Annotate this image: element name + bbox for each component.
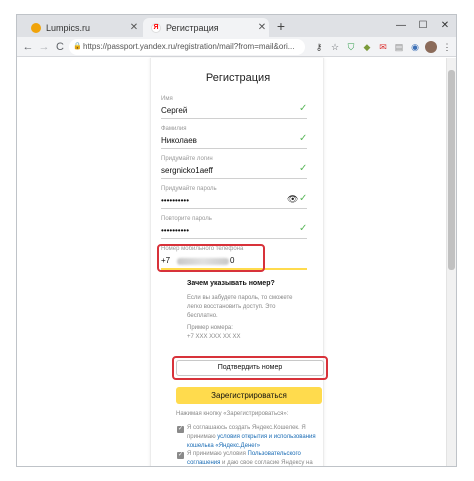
check-icon: ✓ bbox=[299, 103, 308, 114]
star-icon[interactable]: ☆ bbox=[329, 41, 341, 53]
first-name-field[interactable]: Сергей bbox=[161, 106, 187, 115]
tab-title: Lumpics.ru bbox=[46, 22, 91, 33]
address-bar[interactable]: 🔒 https://passport.yandex.ru/registratio… bbox=[69, 39, 305, 55]
check-icon: ✓ bbox=[299, 163, 308, 174]
title-bar: Lumpics.ru ✕ Я Регистрация ✕ + — ☐ ✕ bbox=[17, 15, 456, 37]
toolbar: ← → C 🔒 https://passport.yandex.ru/regis… bbox=[17, 37, 456, 57]
why-phone-text: Если вы забудете пароль, то сможете легк… bbox=[187, 295, 293, 319]
shield-icon[interactable]: ⛉ bbox=[345, 41, 357, 53]
mail-icon[interactable]: ✉ bbox=[377, 41, 389, 53]
scroll-thumb[interactable] bbox=[448, 70, 455, 270]
field-underline bbox=[161, 148, 307, 149]
page-title: Регистрация bbox=[205, 72, 271, 84]
forward-button[interactable]: → bbox=[37, 39, 51, 55]
tab-registration[interactable]: Я Регистрация ✕ bbox=[143, 18, 269, 37]
terms-checkbox[interactable]: ✓ bbox=[177, 452, 184, 459]
close-window-button[interactable]: ✕ bbox=[434, 15, 456, 37]
first-name-label: Имя bbox=[161, 96, 173, 102]
tab-lumpics[interactable]: Lumpics.ru ✕ bbox=[23, 18, 141, 37]
extension-icon[interactable]: ▤ bbox=[393, 41, 405, 53]
avatar[interactable] bbox=[425, 41, 437, 53]
extension-icon[interactable]: ◆ bbox=[361, 41, 373, 53]
repeat-password-label: Повторите пароль bbox=[161, 216, 212, 222]
key-icon[interactable]: ⚷ bbox=[313, 41, 325, 53]
phone-highlight bbox=[157, 244, 265, 272]
example-label: Пример номера: bbox=[187, 325, 233, 331]
last-name-field[interactable]: Николаев bbox=[161, 136, 197, 145]
yandex-favicon-icon: Я bbox=[151, 22, 161, 33]
tab-title: Регистрация bbox=[166, 22, 219, 33]
eye-icon[interactable]: 👁 bbox=[287, 194, 298, 205]
lock-icon: 🔒 bbox=[73, 43, 82, 50]
last-name-label: Фамилия bbox=[161, 126, 187, 132]
close-tab-icon[interactable]: ✕ bbox=[255, 22, 269, 33]
back-button[interactable]: ← bbox=[21, 39, 35, 55]
wallet-checkbox[interactable]: ✓ bbox=[177, 426, 184, 433]
field-underline bbox=[161, 238, 307, 239]
lumpics-favicon-icon bbox=[31, 22, 41, 33]
register-button[interactable]: Зарегистрироваться bbox=[176, 387, 322, 404]
terms-agreement-text: Я принимаю условия bbox=[187, 451, 246, 457]
field-underline bbox=[161, 208, 307, 209]
maximize-button[interactable]: ☐ bbox=[412, 15, 434, 37]
agreement-note: Нажимая кнопку «Зарегистрироваться»: bbox=[176, 411, 289, 417]
password-label: Придумайте пароль bbox=[161, 186, 217, 192]
repeat-password-field[interactable]: •••••••••• bbox=[161, 226, 189, 235]
registration-form: Регистрация Имя Сергей ✓ Фамилия Николае… bbox=[150, 58, 328, 466]
why-phone-title: Зачем указывать номер? bbox=[187, 280, 275, 287]
field-underline bbox=[161, 118, 307, 119]
puzzle-icon[interactable]: ◉ bbox=[409, 41, 421, 53]
terms-agreement-tail: и даю свое согласие Яндексу на bbox=[222, 460, 313, 466]
check-icon: ✓ bbox=[299, 133, 308, 144]
browser-window: Lumpics.ru ✕ Я Регистрация ✕ + — ☐ ✕ ← →… bbox=[16, 14, 457, 467]
new-tab-button[interactable]: + bbox=[273, 18, 289, 34]
example-value: +7 XXX XXX XX XX bbox=[187, 334, 241, 340]
reload-button[interactable]: C bbox=[53, 39, 67, 55]
scrollbar[interactable] bbox=[446, 58, 456, 466]
field-underline bbox=[161, 178, 307, 179]
minimize-button[interactable]: — bbox=[390, 15, 412, 37]
menu-icon[interactable]: ⋮ bbox=[441, 41, 453, 53]
check-icon: ✓ bbox=[299, 193, 308, 204]
login-field[interactable]: sergnicko1aeff bbox=[161, 166, 213, 175]
close-tab-icon[interactable]: ✕ bbox=[127, 22, 141, 33]
password-field[interactable]: •••••••••• bbox=[161, 196, 189, 205]
confirm-phone-button[interactable]: Подтвердить номер bbox=[176, 360, 324, 376]
check-icon: ✓ bbox=[299, 223, 308, 234]
terms-agreement: Я принимаю условия Пользовательского сог… bbox=[187, 450, 319, 466]
url-text: https://passport.yandex.ru/registration/… bbox=[83, 42, 295, 51]
login-label: Придумайте логин bbox=[161, 156, 213, 162]
wallet-agreement: Я соглашаюсь создать Яндекс.Кошелек. Я п… bbox=[187, 424, 319, 451]
